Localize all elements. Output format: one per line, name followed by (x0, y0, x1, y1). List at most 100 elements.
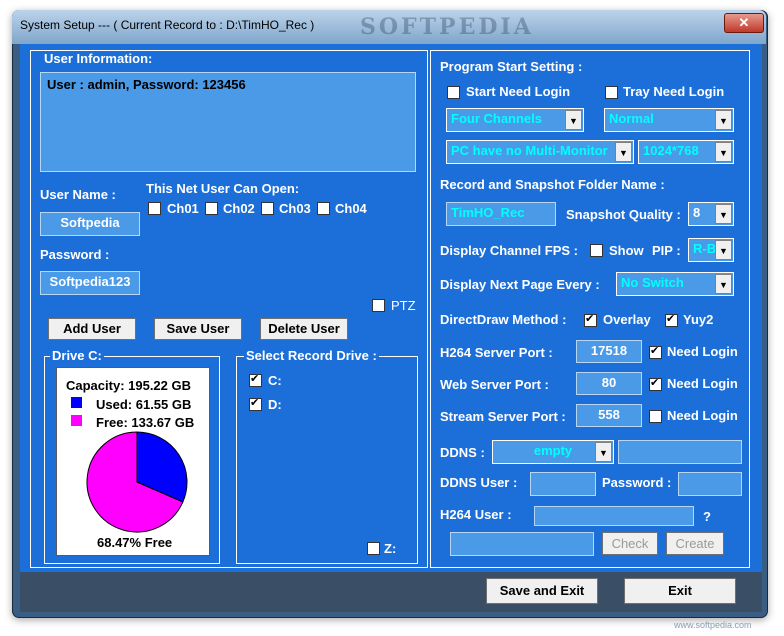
ch02-label: Ch02 (223, 201, 255, 216)
ddns-user-label: DDNS User : (440, 475, 518, 490)
ch04-checkbox[interactable] (317, 202, 330, 215)
tray-need-login-label: Tray Need Login (623, 84, 725, 99)
display-fps-label: Display Channel FPS : (440, 243, 578, 258)
drive-free-percent: 68.47% Free (97, 535, 173, 550)
drive-z-checkbox[interactable] (367, 542, 380, 555)
stream-port-input[interactable]: 558 (576, 404, 642, 427)
chevron-down-icon[interactable]: ▼ (715, 142, 732, 162)
pip-label: PIP : (652, 243, 681, 258)
chevron-down-icon[interactable]: ▼ (615, 142, 632, 162)
drive-c-checkbox[interactable] (249, 372, 262, 387)
web-port-input[interactable]: 80 (576, 372, 642, 395)
ch03-label: Ch03 (279, 201, 311, 216)
drive-legend: Drive C: (50, 348, 104, 363)
resolution-combo-value: 1024*768 (643, 143, 699, 158)
add-user-button[interactable]: Add User (48, 318, 136, 340)
overlay-checkbox[interactable] (584, 312, 597, 327)
softpedia-url: www.softpedia.com (674, 620, 752, 630)
delete-user-button[interactable]: Delete User (260, 318, 348, 340)
chevron-down-icon[interactable]: ▼ (565, 110, 582, 130)
start-need-login-label: Start Need Login (466, 84, 571, 99)
ch02-checkbox[interactable] (205, 202, 218, 215)
monitor-combo-value: PC have no Multi-Monitor (451, 143, 608, 158)
ch04-label: Ch04 (335, 201, 367, 216)
web-port-label: Web Server Port : (440, 377, 549, 392)
can-open-label: This Net User Can Open: (146, 181, 300, 196)
ch03-checkbox[interactable] (261, 202, 274, 215)
chevron-down-icon[interactable]: ▼ (595, 442, 612, 462)
directdraw-label: DirectDraw Method : (440, 312, 567, 327)
ddns-password-label: Password : (602, 475, 672, 490)
chevron-down-icon[interactable]: ▼ (715, 204, 732, 224)
chevron-down-icon[interactable]: ▼ (715, 110, 732, 130)
save-user-button[interactable]: Save User (154, 318, 242, 340)
used-swatch (71, 397, 82, 408)
monitor-combo[interactable]: PC have no Multi-Monitor (446, 140, 634, 164)
help-question[interactable]: ? (703, 509, 711, 524)
ddns-password-input[interactable] (678, 472, 742, 496)
yuy2-label: Yuy2 (683, 312, 714, 327)
check-button[interactable]: Check (602, 532, 658, 555)
drive-d-checkbox[interactable] (249, 396, 262, 411)
channels-combo-value: Four Channels (451, 111, 543, 126)
save-and-exit-button[interactable]: Save and Exit (486, 578, 598, 604)
drive-z-label: Z: (384, 541, 397, 556)
start-need-login-checkbox[interactable] (447, 86, 460, 99)
drive-c-label: C: (268, 373, 282, 388)
password-label: Password : (40, 247, 110, 262)
stream-need-login-label: Need Login (667, 408, 738, 423)
free-swatch (71, 415, 82, 426)
close-button[interactable]: ✕ (724, 13, 764, 33)
ptz-checkbox[interactable] (372, 299, 385, 312)
drive-pie-chart (86, 431, 188, 533)
h264-code-input[interactable] (450, 532, 594, 556)
web-need-login-checkbox[interactable] (649, 376, 662, 391)
mode-combo-value: Normal (609, 111, 654, 126)
user-name-input[interactable]: Softpedia (40, 212, 140, 236)
record-drive-group (236, 356, 418, 564)
stream-port-label: Stream Server Port : (440, 409, 566, 424)
ddns-host-input[interactable] (618, 440, 742, 464)
folder-label: Record and Snapshot Folder Name : (440, 177, 665, 192)
ddns-label: DDNS : (440, 445, 485, 460)
channels-combo[interactable]: Four Channels (446, 108, 584, 132)
create-button[interactable]: Create (666, 532, 724, 555)
program-start-heading: Program Start Setting : (440, 59, 583, 74)
pip-value: R-B (693, 241, 717, 256)
chevron-down-icon[interactable]: ▼ (715, 240, 732, 260)
overlay-label: Overlay (603, 312, 651, 327)
user-name-label: User Name : (40, 187, 116, 202)
folder-input[interactable]: TimHO_Rec (446, 202, 556, 226)
next-page-value: No Switch (621, 275, 684, 290)
window-title: System Setup --- ( Current Record to : D… (20, 18, 315, 32)
h264-port-label: H264 Server Port : (440, 345, 553, 360)
h264-need-login-checkbox[interactable] (649, 344, 662, 359)
drive-capacity: Capacity: 195.22 GB (66, 378, 192, 393)
snapshot-quality-label: Snapshot Quality : (566, 207, 681, 222)
ch01-label: Ch01 (167, 201, 199, 216)
ch01-checkbox[interactable] (148, 202, 161, 215)
ddns-value: empty (533, 443, 573, 458)
password-input[interactable]: Softpedia123 (40, 271, 140, 295)
softpedia-watermark: SOFTPEDIA (360, 14, 534, 40)
h264-need-login-label: Need Login (667, 344, 738, 359)
tray-need-login-checkbox[interactable] (605, 86, 618, 99)
h264-port-input[interactable]: 17518 (576, 340, 642, 363)
h264-user-input[interactable] (534, 506, 694, 526)
stream-need-login-checkbox[interactable] (649, 410, 662, 423)
user-info-text: User : admin, Password: 123456 (47, 77, 246, 92)
h264-user-label: H264 User : (440, 507, 512, 522)
drive-used: Used: 61.55 GB (96, 397, 192, 412)
show-fps-checkbox[interactable] (590, 244, 603, 257)
yuy2-checkbox[interactable] (665, 312, 678, 327)
record-drive-legend: Select Record Drive : (244, 348, 379, 363)
user-info-heading: User Information: (44, 51, 153, 66)
snapshot-quality-value: 8 (693, 205, 701, 220)
user-info-textarea[interactable]: User : admin, Password: 123456 (40, 72, 416, 172)
exit-button[interactable]: Exit (624, 578, 736, 604)
web-need-login-label: Need Login (667, 376, 738, 391)
ddns-user-input[interactable] (530, 472, 596, 496)
drive-free: Free: 133.67 GB (96, 415, 195, 430)
ptz-label: PTZ (391, 298, 416, 313)
chevron-down-icon[interactable]: ▼ (715, 274, 732, 294)
